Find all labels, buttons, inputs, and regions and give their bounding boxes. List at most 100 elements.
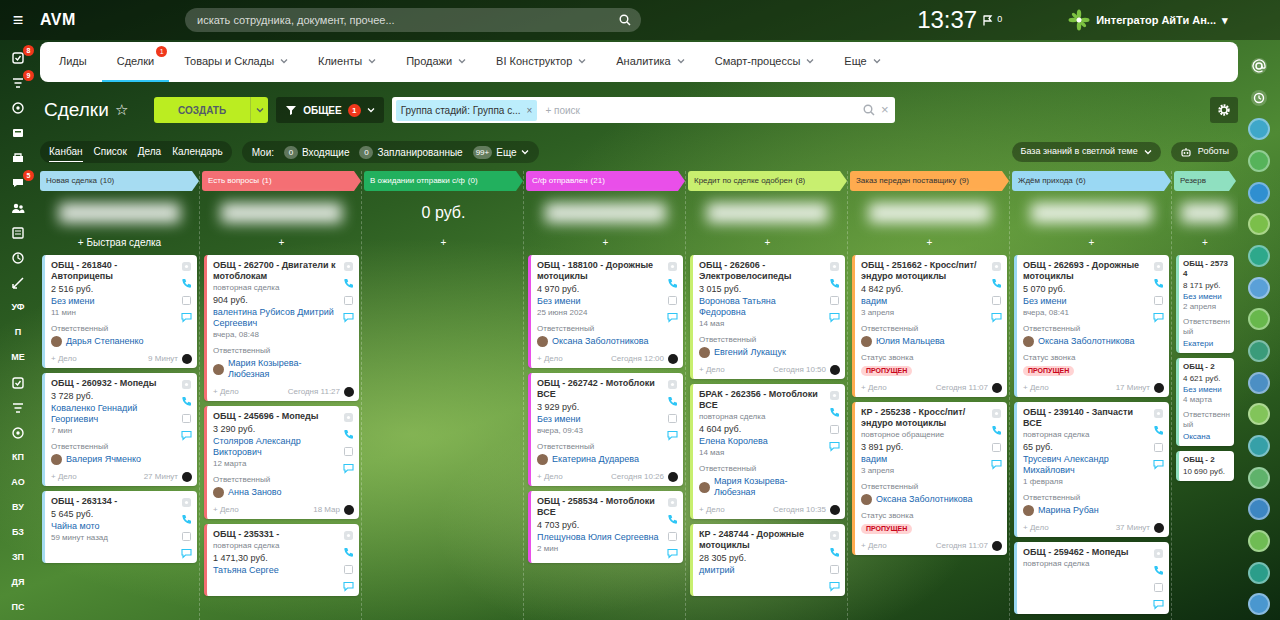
search-icon[interactable] bbox=[619, 14, 631, 26]
knowledge-base-button[interactable]: База знаний в светлой теме bbox=[1012, 142, 1161, 162]
deal-title[interactable]: ОБЩ - 260932 - Мопеды bbox=[51, 378, 176, 389]
sidebar-app-icon[interactable] bbox=[11, 376, 25, 390]
nav-item[interactable]: Еще bbox=[829, 42, 895, 82]
responsible-name[interactable]: Оксана Заболотникова bbox=[1038, 336, 1134, 347]
chat-icon[interactable] bbox=[343, 581, 354, 592]
client-link[interactable]: валентина Рубисов Дмитрий Сергеевич bbox=[213, 307, 338, 329]
sidebar-app-icon[interactable] bbox=[11, 151, 25, 165]
pin-icon[interactable] bbox=[1153, 548, 1164, 559]
chevron-icon[interactable] bbox=[1144, 149, 1152, 155]
nav-item[interactable]: Смарт-процессы bbox=[700, 42, 830, 82]
pin-icon[interactable] bbox=[343, 412, 354, 423]
counter-item[interactable]: 99+Еще bbox=[473, 145, 529, 160]
deal-card[interactable]: ОБЩ - 260932 - Мопеды3 728 руб.Коваленко… bbox=[42, 373, 197, 486]
nav-item[interactable]: Аналитика bbox=[601, 42, 699, 82]
sidebar-item[interactable] bbox=[0, 420, 36, 445]
responsible-person[interactable]: Юлия Мальцева bbox=[861, 336, 986, 347]
client-link[interactable]: Воронова Татьяна Федоровна bbox=[699, 296, 824, 318]
nav-item[interactable]: Сделки1 bbox=[102, 42, 170, 82]
search-icon[interactable] bbox=[863, 104, 875, 116]
task-icon[interactable] bbox=[181, 413, 192, 424]
robots-button[interactable]: Роботы bbox=[1171, 142, 1238, 162]
contact-avatar-icon[interactable] bbox=[1248, 530, 1270, 552]
task-icon[interactable] bbox=[181, 295, 192, 306]
chevron-icon[interactable] bbox=[677, 58, 685, 64]
client-link[interactable]: Елена Королева bbox=[699, 436, 824, 447]
chevron-icon[interactable] bbox=[873, 58, 881, 64]
deal-title[interactable]: БРАК - 262356 - Мотоблоки ВСЕ bbox=[699, 389, 824, 411]
stage-header[interactable]: Заказ передан поставщику(9) bbox=[850, 171, 1009, 191]
quick-add-button[interactable]: + Быстрая сделка bbox=[40, 233, 199, 251]
task-icon[interactable] bbox=[667, 295, 678, 306]
sidebar-item[interactable]: П bbox=[0, 320, 36, 345]
pin-icon[interactable] bbox=[829, 390, 840, 401]
task-icon[interactable] bbox=[667, 531, 678, 542]
sidebar-item[interactable]: 8 bbox=[0, 45, 36, 70]
deal-card[interactable]: ОБЩ - 245696 - Мопеды3 290 руб.Столяров … bbox=[204, 406, 359, 519]
phone-icon[interactable] bbox=[343, 547, 354, 558]
pin-icon[interactable] bbox=[829, 261, 840, 272]
contact-avatar-icon[interactable] bbox=[1248, 372, 1270, 394]
phone-icon[interactable] bbox=[991, 278, 1002, 289]
sidebar-item[interactable]: БЗ bbox=[0, 520, 36, 545]
responsible-name[interactable]: Екатерина Дударева bbox=[552, 454, 639, 465]
deal-title[interactable]: КР - 255238 - Кросс/пит/эндуро мотоциклы bbox=[861, 407, 986, 429]
chat-icon[interactable] bbox=[829, 581, 840, 592]
deal-card[interactable]: ОБЩ - 251662 - Кросс/пит/эндуро мотоцикл… bbox=[852, 255, 1007, 397]
stage-header[interactable]: Резерв bbox=[1174, 171, 1236, 191]
sidebar-item[interactable] bbox=[0, 370, 36, 395]
responsible-name[interactable]: Мария Козырева-Любезная bbox=[228, 358, 338, 380]
right-sidebar-item[interactable] bbox=[1248, 208, 1270, 240]
right-sidebar-item[interactable] bbox=[1248, 367, 1270, 399]
menu-button[interactable]: ≡ bbox=[0, 10, 36, 30]
deal-card[interactable]: ОБЩ - 257348 171 руб.Без имени2 апреляОт… bbox=[1176, 255, 1234, 353]
client-link[interactable]: Без имени bbox=[537, 296, 662, 307]
settings-button[interactable] bbox=[1210, 97, 1238, 123]
sidebar-item[interactable]: УФ bbox=[0, 295, 36, 320]
counter-item[interactable]: 0Запланированные bbox=[359, 145, 462, 160]
sidebar-item[interactable] bbox=[0, 95, 36, 120]
deal-card[interactable]: ОБЩ - 262693 - Дорожные мотоциклы5 070 р… bbox=[1014, 255, 1169, 397]
right-sidebar-item[interactable] bbox=[1248, 177, 1270, 209]
client-link[interactable]: Чайна мото bbox=[51, 521, 176, 532]
deal-title[interactable]: ОБЩ - 258534 - Мотоблоки ВСЕ bbox=[537, 496, 662, 518]
chat-icon[interactable] bbox=[181, 430, 192, 441]
deal-title[interactable]: ОБЩ - 2 bbox=[1183, 455, 1231, 465]
right-sidebar-item[interactable] bbox=[1248, 303, 1270, 335]
add-activity-button[interactable]: + Дело bbox=[213, 504, 239, 515]
quick-add-button[interactable]: + bbox=[202, 233, 361, 251]
deal-title[interactable]: ОБЩ - 239140 - Запчасти ВСЕ bbox=[1023, 407, 1148, 429]
pin-icon[interactable] bbox=[343, 261, 354, 272]
sidebar-item[interactable] bbox=[0, 145, 36, 170]
deal-card[interactable]: ОБЩ - 259462 - Мопедыповторная сделка bbox=[1014, 542, 1169, 614]
view-tab[interactable]: Канбан bbox=[49, 142, 83, 162]
task-icon[interactable] bbox=[343, 564, 354, 575]
right-sidebar-item[interactable] bbox=[1248, 272, 1270, 304]
phone-icon[interactable] bbox=[667, 396, 678, 407]
deal-card[interactable]: ОБЩ - 258534 - Мотоблоки ВСЕ4 703 руб.Пл… bbox=[528, 491, 683, 563]
chevron-icon[interactable] bbox=[458, 58, 466, 64]
quick-add-button[interactable]: + bbox=[1174, 233, 1236, 251]
client-link[interactable]: Столяров Александр Викторович bbox=[213, 436, 338, 458]
quick-add-button[interactable]: + bbox=[1012, 233, 1171, 251]
responsible-name[interactable]: Марина Рубан bbox=[1038, 505, 1099, 516]
add-activity-button[interactable]: + Дело bbox=[861, 382, 887, 393]
responsible-person[interactable]: Екатери bbox=[1183, 339, 1231, 349]
deal-title[interactable]: ОБЩ - 263134 - bbox=[51, 496, 176, 507]
contact-avatar-icon[interactable] bbox=[1248, 277, 1270, 299]
right-sidebar-item[interactable] bbox=[1248, 335, 1270, 367]
contact-avatar-icon[interactable] bbox=[1248, 498, 1270, 520]
create-label[interactable]: СОЗДАТЬ bbox=[154, 97, 250, 123]
phone-icon[interactable] bbox=[829, 407, 840, 418]
deal-card[interactable]: ОБЩ - 263134 -5 645 руб.Чайна мото59 мин… bbox=[42, 491, 197, 563]
sidebar-item[interactable]: ЗП bbox=[0, 545, 36, 570]
task-icon[interactable] bbox=[991, 295, 1002, 306]
create-menu-toggle[interactable] bbox=[250, 97, 268, 123]
company-logo-icon[interactable] bbox=[1068, 9, 1090, 31]
deal-title[interactable]: ОБЩ - 262742 - Мотоблоки ВСЕ bbox=[537, 378, 662, 400]
favorite-star[interactable]: ☆ bbox=[115, 99, 128, 122]
deal-title[interactable]: ОБЩ - 235331 - bbox=[213, 529, 338, 540]
responsible-name[interactable]: Оксана Заболотникова bbox=[552, 336, 648, 347]
messenger-icon[interactable] bbox=[1250, 57, 1268, 75]
nav-item[interactable]: Клиенты bbox=[303, 42, 391, 82]
